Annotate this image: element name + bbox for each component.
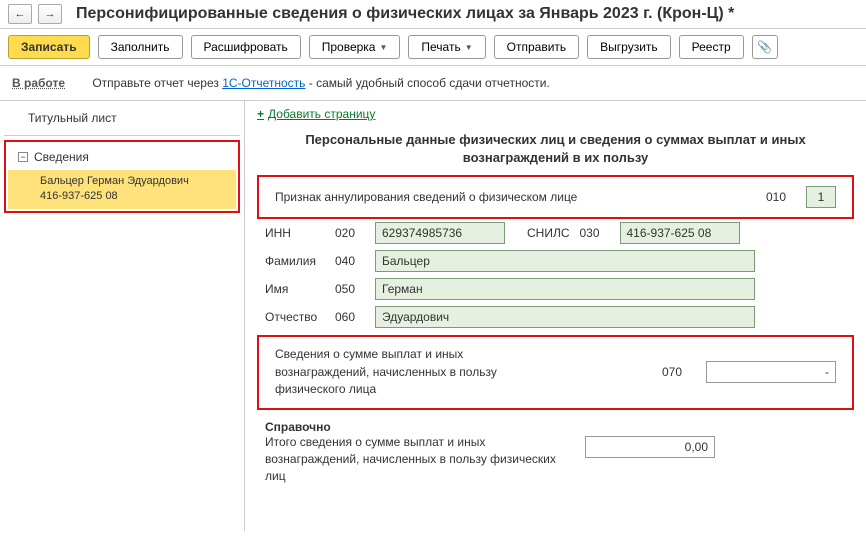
- sum-label: Сведения о сумме выплат и иных вознаграж…: [275, 346, 515, 398]
- attach-button[interactable]: 📎: [752, 35, 778, 59]
- decrypt-button[interactable]: Расшифровать: [191, 35, 301, 59]
- cancel-code: 010: [766, 190, 796, 204]
- tree-collapse-icon[interactable]: −: [18, 152, 28, 162]
- hint-post: - самый удобный способ сдачи отчетности.: [305, 76, 549, 90]
- write-button[interactable]: Записать: [8, 35, 90, 59]
- snils-field[interactable]: 416-937-625 08: [620, 222, 740, 244]
- cancel-value-field[interactable]: 1: [806, 186, 836, 208]
- fam-code: 040: [335, 254, 365, 268]
- sum-code: 070: [662, 365, 692, 379]
- chevron-down-icon: ▼: [379, 43, 387, 52]
- hint-pre: Отправьте отчет через: [92, 76, 222, 90]
- name-field[interactable]: Герман: [375, 278, 755, 300]
- chevron-down-icon: ▼: [465, 43, 473, 52]
- patr-code: 060: [335, 310, 365, 324]
- paperclip-icon: 📎: [757, 40, 772, 54]
- inn-code: 020: [335, 226, 365, 240]
- unload-button[interactable]: Выгрузить: [587, 35, 671, 59]
- snils-code: 030: [580, 226, 610, 240]
- tree-item-person[interactable]: Бальцер Герман Эдуардович 416-937-625 08: [8, 170, 236, 209]
- tree-item-section[interactable]: − Сведения: [8, 144, 236, 170]
- fam-label: Фамилия: [265, 254, 325, 268]
- person-name: Бальцер Герман Эдуардович: [40, 174, 226, 189]
- info-bar: В работе Отправьте отчет через 1С-Отчетн…: [0, 66, 866, 101]
- snils-label: СНИЛС: [527, 226, 570, 240]
- cancel-label: Признак аннулирования сведений о физичес…: [275, 190, 577, 204]
- sidebar-highlight-box: − Сведения Бальцер Герман Эдуардович 416…: [4, 140, 240, 213]
- inn-field[interactable]: 629374985736: [375, 222, 505, 244]
- tree-item-title-page[interactable]: Титульный лист: [4, 105, 240, 131]
- name-code: 050: [335, 282, 365, 296]
- sum-highlight-box: Сведения о сумме выплат и иных вознаграж…: [257, 335, 854, 409]
- name-label: Имя: [265, 282, 325, 296]
- add-page-link[interactable]: + Добавить страницу: [257, 107, 375, 121]
- patr-label: Отчество: [265, 310, 325, 324]
- person-snils: 416-937-625 08: [40, 189, 226, 204]
- divider: [4, 135, 240, 136]
- tree-section-label: Сведения: [34, 150, 89, 164]
- add-page-label: Добавить страницу: [268, 107, 375, 121]
- sidebar: Титульный лист − Сведения Бальцер Герман…: [0, 101, 245, 531]
- hint-link[interactable]: 1С-Отчетность: [222, 76, 305, 90]
- ref-title: Справочно: [265, 420, 846, 434]
- patr-field[interactable]: Эдуардович: [375, 306, 755, 328]
- check-button[interactable]: Проверка ▼: [309, 35, 401, 59]
- nav-back-button[interactable]: ←: [8, 4, 32, 24]
- print-button[interactable]: Печать ▼: [408, 35, 485, 59]
- ref-field: 0,00: [585, 436, 715, 458]
- section-title: Персональные данные физических лиц и све…: [277, 131, 834, 167]
- send-button[interactable]: Отправить: [494, 35, 580, 59]
- status-link[interactable]: В работе: [12, 76, 65, 90]
- check-label: Проверка: [322, 40, 376, 54]
- cancel-highlight-box: Признак аннулирования сведений о физичес…: [257, 175, 854, 219]
- nav-forward-button[interactable]: →: [38, 4, 62, 24]
- ref-label: Итого сведения о сумме выплат и иных воз…: [265, 434, 565, 486]
- content-area: + Добавить страницу Персональные данные …: [245, 101, 866, 531]
- sum-field[interactable]: -: [706, 361, 836, 383]
- fam-field[interactable]: Бальцер: [375, 250, 755, 272]
- fill-button[interactable]: Заполнить: [98, 35, 183, 59]
- inn-label: ИНН: [265, 226, 325, 240]
- registry-button[interactable]: Реестр: [679, 35, 744, 59]
- plus-icon: +: [257, 107, 264, 121]
- page-title: Персонифицированные сведения о физически…: [76, 5, 858, 23]
- print-label: Печать: [421, 40, 460, 54]
